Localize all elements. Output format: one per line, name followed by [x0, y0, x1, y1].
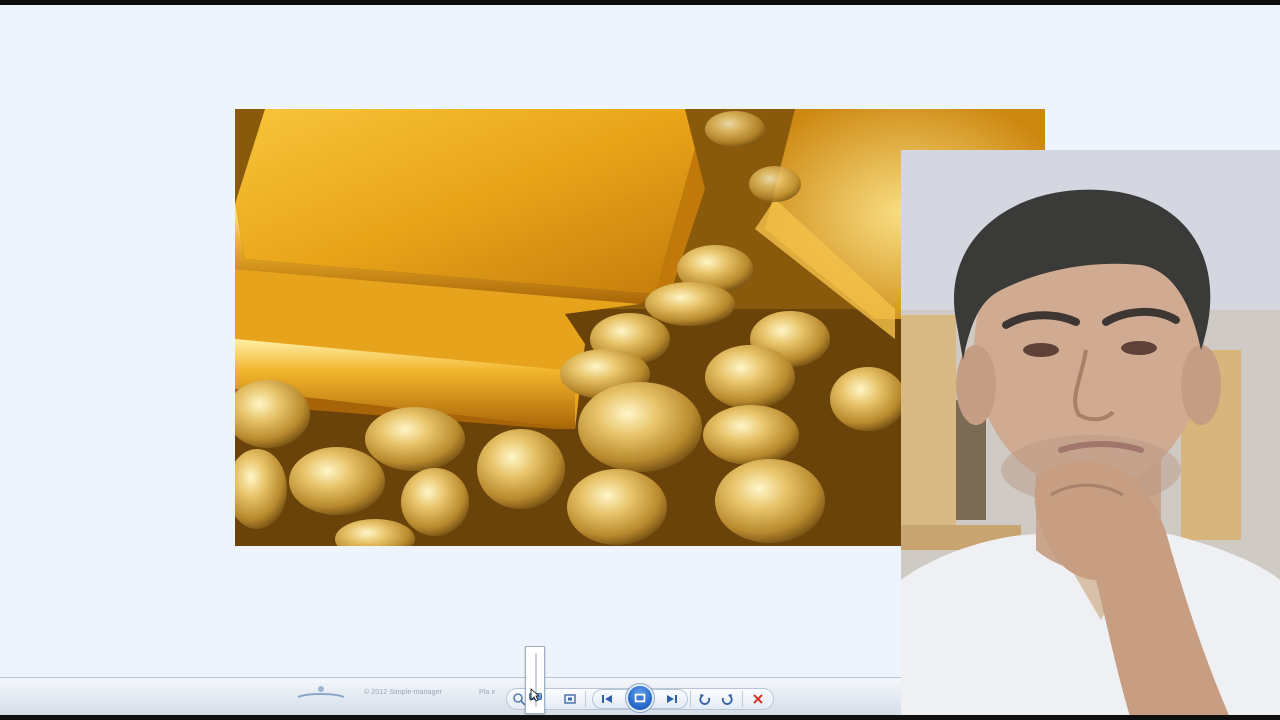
previous-button[interactable] [598, 690, 616, 708]
rotate-left-button[interactable] [696, 690, 714, 708]
magnifier-icon [513, 693, 526, 706]
slideshow-button[interactable] [626, 684, 654, 712]
skip-next-icon [667, 695, 677, 703]
mouse-cursor-icon [530, 688, 540, 702]
rotate-right-button[interactable] [718, 690, 736, 708]
slideshow-icon [634, 693, 646, 703]
zoom-slider[interactable] [525, 646, 545, 714]
delete-button[interactable] [749, 690, 767, 708]
next-button[interactable] [663, 690, 681, 708]
toolbar-separator [742, 691, 743, 707]
delete-x-icon [753, 694, 763, 704]
rotate-ccw-icon [699, 694, 711, 705]
fit-window-icon [564, 694, 576, 704]
toolbar-separator [690, 691, 691, 707]
presenter-video [901, 150, 1280, 720]
webcam-overlay [901, 150, 1280, 720]
toolbar-separator [585, 691, 586, 707]
brand-logo-icon [297, 686, 345, 698]
skip-previous-icon [602, 695, 612, 703]
actual-size-button[interactable] [561, 690, 579, 708]
secondary-text: Pla ir [479, 689, 496, 696]
brand-text: © 2012 Simple-manager [364, 689, 443, 696]
window-bottom-edge [0, 715, 1280, 720]
rotate-cw-icon [721, 694, 733, 705]
